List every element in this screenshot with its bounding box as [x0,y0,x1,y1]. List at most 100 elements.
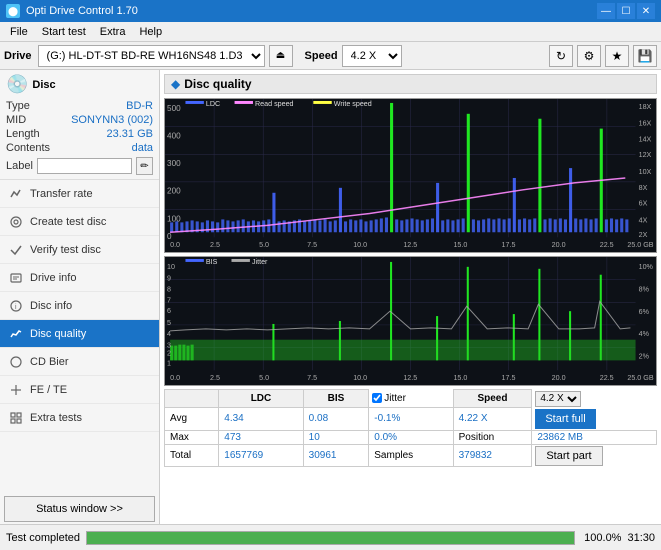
jitter-label: Jitter [384,393,406,404]
sidebar-item-verify-test-disc[interactable]: Verify test disc [0,236,159,264]
disc-info-icon: i [8,298,24,314]
extra-tests-icon [8,410,24,426]
svg-text:20.0: 20.0 [552,375,566,382]
sidebar-item-create-test-disc[interactable]: Create test disc [0,208,159,236]
nav-label-create-test-disc: Create test disc [30,216,106,228]
refresh-button[interactable]: ↻ [549,45,573,67]
svg-text:500: 500 [167,104,181,113]
time-text: 31:30 [627,532,655,544]
sidebar-item-drive-info[interactable]: Drive info [0,264,159,292]
svg-text:i: i [15,304,17,311]
speed-select[interactable]: 4.2 X [342,45,402,67]
chart-header: ◆ Disc quality [164,74,657,94]
lower-chart: 10 9 8 7 6 5 4 3 2 1 10% 8% 6% 4% 2% [164,256,657,386]
nav-label-verify-test-disc: Verify test disc [30,244,101,256]
disc-title: Disc [32,79,55,91]
max-bis: 10 [303,430,369,444]
bottom-bar: Test completed 100.0% 31:30 [0,524,661,550]
save-button[interactable]: 💾 [633,45,657,67]
nav-label-transfer-rate: Transfer rate [30,188,93,200]
position-label: Position [453,430,532,444]
eject-button[interactable]: ⏏ [269,45,293,67]
length-value: 23.31 GB [107,128,153,140]
sidebar-item-disc-info[interactable]: i Disc info [0,292,159,320]
svg-text:2%: 2% [639,354,649,361]
window-controls: — ☐ ✕ [597,3,655,19]
nav-items: Transfer rate Create test disc Verify te… [0,180,159,494]
drive-select[interactable]: (G:) HL-DT-ST BD-RE WH16NS48 1.D3 [38,45,265,67]
mid-value: SONYNN3 (002) [71,114,153,126]
nav-label-drive-info: Drive info [30,272,76,284]
drive-info-icon [8,270,24,286]
star-button[interactable]: ★ [605,45,629,67]
status-text: Test completed [6,532,80,544]
svg-text:400: 400 [167,132,181,141]
verify-icon [8,242,24,258]
sidebar-item-fe-te[interactable]: FE / TE [0,376,159,404]
chart-header-icon: ◆ [171,77,180,91]
svg-text:300: 300 [167,159,181,168]
jitter-checkbox[interactable] [372,393,382,403]
start-part-button[interactable]: Start part [535,446,602,466]
settings-button[interactable]: ⚙ [577,45,601,67]
drive-bar: Drive (G:) HL-DT-ST BD-RE WH16NS48 1.D3 … [0,42,661,70]
total-bis: 30961 [303,444,369,467]
speed-dropdown[interactable]: 4.2 X [535,391,581,407]
svg-text:2: 2 [167,351,171,358]
total-ldc: 1657769 [219,444,303,467]
svg-text:12.5: 12.5 [403,242,417,249]
svg-text:12X: 12X [639,152,652,159]
svg-text:12.5: 12.5 [403,375,417,382]
svg-text:10.0: 10.0 [353,375,367,382]
max-ldc: 473 [219,430,303,444]
svg-text:2.5: 2.5 [210,242,220,249]
svg-text:15.0: 15.0 [453,242,467,249]
col-header-ldc: LDC [219,390,303,408]
svg-text:10.0: 10.0 [353,242,367,249]
nav-label-cd-bier: CD Bier [30,356,69,368]
app-icon: ⬤ [6,4,20,18]
svg-text:2.5: 2.5 [210,375,220,382]
status-window-button[interactable]: Status window >> [4,496,155,522]
progress-text: 100.0% [581,532,621,544]
nav-label-fe-te: FE / TE [30,384,67,396]
speed-label: Speed [305,50,338,62]
menu-start-test[interactable]: Start test [36,24,92,40]
total-label: Total [165,444,219,467]
svg-text:4X: 4X [639,217,648,224]
sidebar-item-transfer-rate[interactable]: Transfer rate [0,180,159,208]
menu-extra[interactable]: Extra [94,24,132,40]
label-edit-button[interactable]: ✏ [136,157,153,175]
menu-bar: File Start test Extra Help [0,22,661,42]
samples-label: Samples [369,444,453,467]
svg-text:6X: 6X [639,201,648,208]
menu-file[interactable]: File [4,24,34,40]
svg-text:17.5: 17.5 [502,242,516,249]
sidebar-item-cd-bier[interactable]: CD Bier [0,348,159,376]
col-header-empty [165,390,219,408]
svg-text:Write speed: Write speed [334,101,372,108]
svg-text:1: 1 [167,360,171,367]
stats-table: LDC BIS Jitter Speed 4.2 X [164,389,657,467]
sidebar-item-extra-tests[interactable]: Extra tests [0,404,159,432]
svg-text:Read speed: Read speed [255,101,294,108]
svg-text:17.5: 17.5 [502,375,516,382]
contents-value: data [132,142,153,154]
svg-text:5.0: 5.0 [259,375,269,382]
progress-bar-inner [87,532,574,544]
transfer-rate-icon [8,186,24,202]
maximize-button[interactable]: ☐ [617,3,635,19]
contents-label: Contents [6,142,50,154]
minimize-button[interactable]: — [597,3,615,19]
mid-label: MID [6,114,26,126]
disc-label-input[interactable] [37,158,132,174]
svg-text:BIS: BIS [206,259,218,266]
avg-label: Avg [165,408,219,431]
menu-help[interactable]: Help [133,24,168,40]
close-button[interactable]: ✕ [637,3,655,19]
sidebar: 💿 Disc Type BD-R MID SONYNN3 (002) Lengt… [0,70,160,524]
start-full-button[interactable]: Start full [535,409,595,429]
sidebar-item-disc-quality[interactable]: Disc quality [0,320,159,348]
progress-bar-outer [86,531,575,545]
samples-value: 379832 [453,444,532,467]
